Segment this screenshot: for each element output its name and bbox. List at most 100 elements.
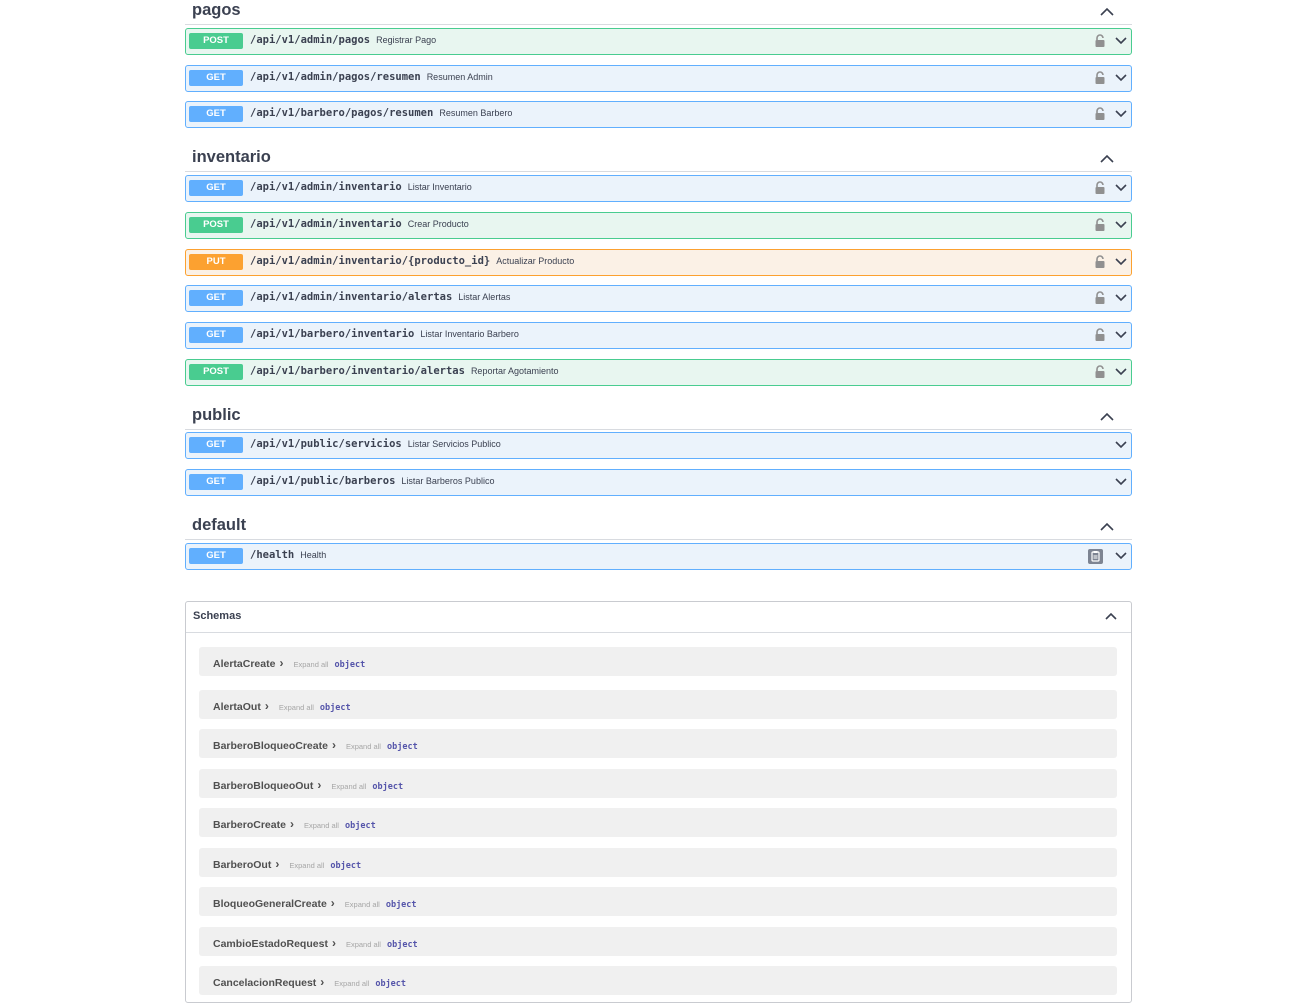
expand-all-link[interactable]: Expand all [289,861,324,870]
operation-summary: Actualizar Producto [496,256,575,266]
chevron-up-icon[interactable] [1100,7,1114,16]
chevron-down-icon[interactable] [1115,37,1127,45]
lock-icon[interactable] [1094,71,1106,85]
chevron-down-icon[interactable] [1115,441,1127,449]
lock-icon[interactable] [1094,181,1106,195]
operation-row[interactable]: POST/api/v1/admin/inventario Crear Produc… [185,212,1132,239]
chevron-down-icon[interactable] [1115,552,1127,560]
chevron-down-icon[interactable] [1115,74,1127,82]
chevron-right-icon[interactable]: › [279,656,283,670]
operation-row[interactable]: GET/health Health [185,543,1132,570]
tag-header-pagos[interactable]: pagos [185,0,1132,25]
operation-row[interactable]: GET/api/v1/admin/inventario/alertas Lista… [185,285,1132,312]
expand-all-link[interactable]: Expand all [345,900,380,909]
schema-model[interactable]: BarberoCreate › Expand all object [199,808,1117,837]
expand-all-link[interactable]: Expand all [346,742,381,751]
chevron-right-icon[interactable]: › [290,817,294,831]
copy-icon[interactable] [1088,549,1103,564]
operation-row[interactable]: GET/api/v1/admin/pagos/resumen Resumen Ad… [185,65,1132,92]
expand-all-link[interactable]: Expand all [346,940,381,949]
tag-header-public[interactable]: public [185,405,1132,430]
method-badge: GET [189,106,243,122]
schema-model[interactable]: BarberoOut › Expand all object [199,848,1117,877]
chevron-right-icon[interactable]: › [320,975,324,989]
operation-row[interactable]: GET/api/v1/barbero/pagos/resumen Resumen … [185,101,1132,128]
schema-model[interactable]: BloqueoGeneralCreate › Expand all object [199,887,1117,916]
operation-path-group: /api/v1/admin/inventario Crear Producto [250,218,469,230]
schema-model-row: AlertaOut › Expand all object [213,699,351,713]
chevron-up-icon[interactable] [1100,522,1114,531]
schema-name[interactable]: AlertaOut [213,701,261,713]
schema-name[interactable]: BarberoOut [213,859,271,871]
chevron-down-icon[interactable] [1115,221,1127,229]
operation-summary: Resumen Barbero [439,108,513,118]
operation-path: /api/v1/barbero/pagos/resumen [250,107,434,119]
chevron-up-icon[interactable] [1100,154,1114,163]
chevron-down-icon[interactable] [1115,184,1127,192]
chevron-right-icon[interactable]: › [331,896,335,910]
chevron-down-icon[interactable] [1115,258,1127,266]
schema-model[interactable]: CancelacionRequest › Expand all object [199,966,1117,995]
method-badge: GET [189,70,243,86]
tag-header-inventario[interactable]: inventario [185,147,1132,172]
schema-model-row: AlertaCreate › Expand all object [213,656,365,670]
chevron-right-icon[interactable]: › [265,699,269,713]
operation-row[interactable]: GET/api/v1/public/barberos Listar Barbero… [185,469,1132,496]
lock-icon[interactable] [1094,34,1106,48]
operation-row[interactable]: POST/api/v1/barbero/inventario/alertas Re… [185,359,1132,386]
schema-name[interactable]: CancelacionRequest [213,977,316,989]
operation-summary: Listar Inventario [407,182,472,192]
operation-row[interactable]: POST/api/v1/admin/pagos Registrar Pago [185,28,1132,55]
schema-name[interactable]: BloqueoGeneralCreate [213,898,327,910]
expand-all-link[interactable]: Expand all [293,660,328,669]
schema-model[interactable]: CambioEstadoRequest › Expand all object [199,927,1117,956]
expand-all-link[interactable]: Expand all [334,979,369,988]
operation-row[interactable]: GET/api/v1/admin/inventario Listar Invent… [185,175,1132,202]
lock-icon[interactable] [1094,107,1106,121]
schema-name[interactable]: CambioEstadoRequest [213,938,328,950]
operation-summary: Crear Producto [407,219,469,229]
chevron-up-icon[interactable] [1100,412,1114,421]
operation-row[interactable]: GET/api/v1/barbero/inventario Listar Inve… [185,322,1132,349]
schema-type: object [375,979,407,989]
schema-model[interactable]: BarberoBloqueoOut › Expand all object [199,769,1117,798]
chevron-right-icon[interactable]: › [332,738,336,752]
operation-path-group: /api/v1/admin/pagos/resumen Resumen Admin [250,71,493,83]
operation-row[interactable]: PUT/api/v1/admin/inventario/{producto_id… [185,249,1132,276]
schema-name[interactable]: BarberoCreate [213,819,286,831]
chevron-right-icon[interactable]: › [317,778,321,792]
lock-icon[interactable] [1094,255,1106,269]
operation-path: /api/v1/public/barberos [250,475,396,487]
chevron-down-icon[interactable] [1115,294,1127,302]
chevron-down-icon[interactable] [1115,478,1127,486]
chevron-down-icon[interactable] [1115,368,1127,376]
schema-model[interactable]: AlertaCreate › Expand all object [199,647,1117,676]
chevron-right-icon[interactable]: › [275,857,279,871]
expand-all-link[interactable]: Expand all [279,703,314,712]
schema-name[interactable]: BarberoBloqueoOut [213,780,313,792]
operation-row[interactable]: GET/api/v1/public/servicios Listar Servic… [185,432,1132,459]
schemas-header[interactable]: Schemas [186,602,1131,633]
chevron-down-icon[interactable] [1115,110,1127,118]
chevron-right-icon[interactable]: › [332,936,336,950]
operation-summary: Reportar Agotamiento [470,366,559,376]
schema-type: object [372,782,404,792]
tag-header-default[interactable]: default [185,515,1132,540]
chevron-up-icon[interactable] [1105,612,1117,620]
lock-icon[interactable] [1094,291,1106,305]
schema-name[interactable]: AlertaCreate [213,658,275,670]
schema-model[interactable]: AlertaOut › Expand all object [199,690,1117,719]
lock-icon[interactable] [1094,218,1106,232]
schema-model[interactable]: BarberoBloqueoCreate › Expand all object [199,729,1117,758]
operation-path: /health [250,549,295,561]
lock-icon[interactable] [1094,328,1106,342]
lock-icon[interactable] [1094,365,1106,379]
operation-summary: Listar Barberos Publico [401,476,495,486]
tag-name: pagos [192,1,241,19]
expand-all-link[interactable]: Expand all [331,782,366,791]
chevron-down-icon[interactable] [1115,331,1127,339]
operation-path-group: /api/v1/admin/inventario Listar Inventari… [250,181,472,193]
method-badge: POST [189,364,243,380]
expand-all-link[interactable]: Expand all [304,821,339,830]
schema-name[interactable]: BarberoBloqueoCreate [213,740,328,752]
